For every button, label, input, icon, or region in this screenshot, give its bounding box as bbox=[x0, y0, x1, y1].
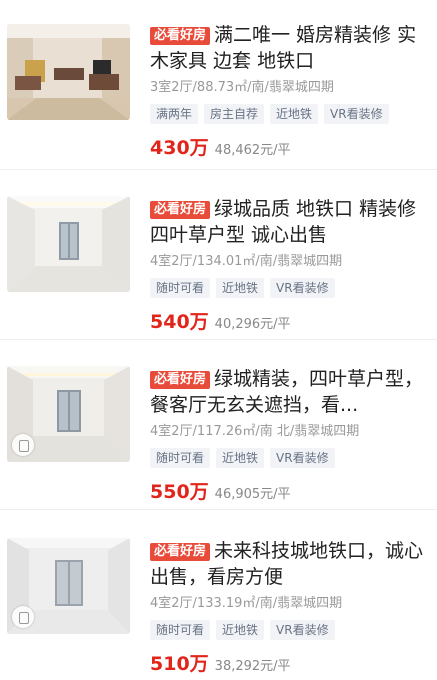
total-price: 540万 bbox=[150, 311, 209, 333]
total-price: 550万 bbox=[150, 481, 209, 503]
tag: 满两年 bbox=[150, 104, 199, 124]
tag: 随时可看 bbox=[150, 620, 211, 640]
listing-title[interactable]: 必看好房 绿城精装，四叶草户型，餐客厅无玄关遮挡，看... bbox=[150, 366, 425, 418]
listing-tags: 随时可看 近地铁 VR看装修 bbox=[150, 619, 425, 641]
unit-price: 38,292元/平 bbox=[214, 659, 291, 674]
tag: 随时可看 bbox=[150, 278, 211, 298]
empty-room-photo bbox=[7, 196, 130, 292]
listing-meta: 4室2厅/133.19㎡/南/翡翠城四期 bbox=[150, 596, 343, 611]
must-see-badge: 必看好房 bbox=[150, 201, 211, 219]
tag: VR看装修 bbox=[270, 278, 335, 298]
listing-card[interactable]: 必看好房 满二唯一 婚房精装修 实木家具 边套 地铁口 3室2厅/88.73㎡/南… bbox=[0, 0, 437, 170]
listing-title[interactable]: 必看好房 绿城品质 地铁口 精装修 四叶草户型 诚心出售 bbox=[150, 196, 425, 248]
listing-meta: 4室2厅/117.26㎡/南 北/翡翠城四期 bbox=[150, 424, 360, 439]
listing-info: 必看好房 满二唯一 婚房精装修 实木家具 边套 地铁口 3室2厅/88.73㎡/南… bbox=[150, 22, 425, 164]
listing-photo[interactable] bbox=[7, 366, 130, 462]
tag: 近地铁 bbox=[270, 104, 319, 124]
tag: 房主自荐 bbox=[204, 104, 265, 124]
listing-photo[interactable] bbox=[7, 196, 130, 292]
listing-meta: 3室2厅/88.73㎡/南/翡翠城四期 bbox=[150, 80, 334, 95]
must-see-badge: 必看好房 bbox=[150, 543, 211, 561]
living-room-photo bbox=[7, 24, 130, 120]
listing-info: 必看好房 绿城精装，四叶草户型，餐客厅无玄关遮挡，看... 4室2厅/117.26… bbox=[150, 366, 425, 508]
total-price: 510万 bbox=[150, 653, 209, 675]
tag: VR看装修 bbox=[324, 104, 389, 124]
listing-tags: 随时可看 近地铁 VR看装修 bbox=[150, 447, 425, 469]
price-row: 510万 38,292元/平 bbox=[150, 651, 425, 680]
listing-photo[interactable] bbox=[7, 24, 130, 120]
price-row: 540万 40,296元/平 bbox=[150, 309, 425, 338]
tag: VR看装修 bbox=[270, 620, 335, 640]
listing-title[interactable]: 必看好房 未来科技城地铁口，诚心出售，看房方便 bbox=[150, 538, 425, 590]
listing-info: 必看好房 未来科技城地铁口，诚心出售，看房方便 4室2厅/133.19㎡/南/翡翠… bbox=[150, 538, 425, 680]
unit-price: 48,462元/平 bbox=[214, 143, 291, 158]
tag: 近地铁 bbox=[216, 620, 265, 640]
tag: 近地铁 bbox=[216, 448, 265, 468]
listing-card[interactable]: 必看好房 绿城品质 地铁口 精装修 四叶草户型 诚心出售 4室2厅/134.01㎡… bbox=[0, 170, 437, 340]
listing-list: 必看好房 满二唯一 婚房精装修 实木家具 边套 地铁口 3室2厅/88.73㎡/南… bbox=[0, 0, 437, 675]
listing-tags: 满两年 房主自荐 近地铁 VR看装修 bbox=[150, 103, 425, 125]
listing-card[interactable]: 必看好房 未来科技城地铁口，诚心出售，看房方便 4室2厅/133.19㎡/南/翡翠… bbox=[0, 510, 437, 680]
vr-tour-icon[interactable] bbox=[12, 606, 34, 628]
vr-tour-icon[interactable] bbox=[12, 434, 34, 456]
must-see-badge: 必看好房 bbox=[150, 27, 211, 45]
listing-title[interactable]: 必看好房 满二唯一 婚房精装修 实木家具 边套 地铁口 bbox=[150, 22, 425, 74]
tag: VR看装修 bbox=[270, 448, 335, 468]
price-row: 430万 48,462元/平 bbox=[150, 135, 425, 164]
must-see-badge: 必看好房 bbox=[150, 371, 211, 389]
unit-price: 40,296元/平 bbox=[214, 317, 291, 332]
listing-card[interactable]: 必看好房 绿城精装，四叶草户型，餐客厅无玄关遮挡，看... 4室2厅/117.26… bbox=[0, 340, 437, 510]
listing-meta: 4室2厅/134.01㎡/南/翡翠城四期 bbox=[150, 254, 343, 269]
tag: 近地铁 bbox=[216, 278, 265, 298]
listing-tags: 随时可看 近地铁 VR看装修 bbox=[150, 277, 425, 299]
price-row: 550万 46,905元/平 bbox=[150, 479, 425, 508]
total-price: 430万 bbox=[150, 137, 209, 159]
listing-photo[interactable] bbox=[7, 538, 130, 634]
unit-price: 46,905元/平 bbox=[214, 487, 291, 502]
tag: 随时可看 bbox=[150, 448, 211, 468]
listing-info: 必看好房 绿城品质 地铁口 精装修 四叶草户型 诚心出售 4室2厅/134.01㎡… bbox=[150, 196, 425, 338]
